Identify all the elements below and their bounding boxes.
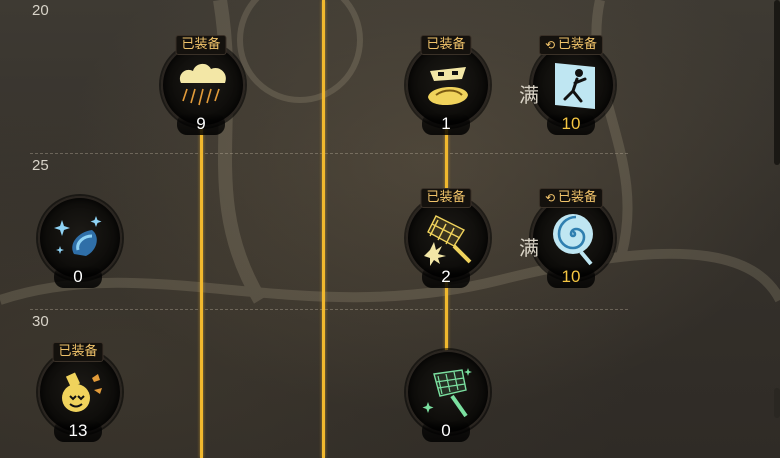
equipped-label: 已装备 — [181, 37, 221, 52]
equipped-badge: 已装备 — [52, 342, 104, 362]
level-label-30: 30 — [32, 313, 49, 330]
skill-count: 0 — [54, 266, 102, 288]
bomb-potion-icon — [62, 372, 102, 412]
equipped-badge: 已装备 — [420, 35, 472, 55]
skill-node-ice-claw[interactable]: 0 — [38, 196, 122, 288]
max-level-tag: 满 — [519, 236, 539, 260]
equipped-badge: 已装备 — [175, 35, 227, 55]
cycle-icon: ⟲ — [544, 191, 556, 205]
equipped-badge: 已装备 — [420, 188, 472, 208]
equipped-label: 已装备 — [58, 344, 98, 359]
column-divider-line — [322, 0, 325, 458]
equipped-label: 已装备 — [426, 190, 466, 205]
row-divider — [30, 309, 628, 310]
scrollbar-thumb[interactable] — [774, 388, 780, 418]
equipped-badge: ⟲ 已装备 — [538, 188, 604, 208]
skill-count: 10 — [547, 113, 595, 135]
skill-count: 1 — [422, 113, 470, 135]
connector-line — [200, 110, 203, 458]
spiral-candy-icon — [553, 214, 593, 266]
skill-node-bomb-potion[interactable]: 已装备 13 — [38, 342, 122, 442]
exit-runner-icon — [555, 63, 595, 109]
level-label-25: 25 — [32, 157, 49, 174]
skill-node-spiral-candy[interactable]: ⟲ 已装备 满 10 — [519, 188, 615, 288]
equipped-badge: ⟲ 已装备 — [538, 35, 604, 55]
sparkle-swatter-icon — [422, 368, 472, 418]
skill-node-masked-snake[interactable]: 已装备 1 — [406, 35, 490, 135]
skill-count: 13 — [54, 420, 102, 442]
masked-snake-icon — [428, 67, 468, 106]
skill-node-rain-cloud[interactable]: 已装备 9 — [161, 35, 245, 135]
skill-count: 2 — [422, 266, 470, 288]
swatter-burst-icon — [424, 215, 472, 266]
cycle-icon: ⟲ — [544, 38, 556, 52]
equipped-label: 已装备 — [558, 190, 598, 205]
skill-count: 9 — [177, 113, 225, 135]
level-label-20: 20 — [32, 2, 49, 19]
row-divider — [30, 153, 628, 154]
max-level-tag: 满 — [519, 83, 539, 107]
rain-cloud-icon — [179, 63, 226, 106]
equipped-label: 已装备 — [426, 37, 466, 52]
scrollbar-track[interactable] — [774, 0, 780, 165]
skill-count: 10 — [547, 266, 595, 288]
skill-count: 0 — [422, 420, 470, 442]
skill-node-exit-runner[interactable]: ⟲ 已装备 满 10 — [519, 35, 615, 135]
ice-claw-icon — [54, 216, 102, 256]
skill-node-swatter-burst[interactable]: 已装备 2 — [406, 188, 490, 288]
skill-node-sparkle-swatter[interactable]: 0 — [406, 350, 490, 442]
equipped-label: 已装备 — [558, 37, 598, 52]
